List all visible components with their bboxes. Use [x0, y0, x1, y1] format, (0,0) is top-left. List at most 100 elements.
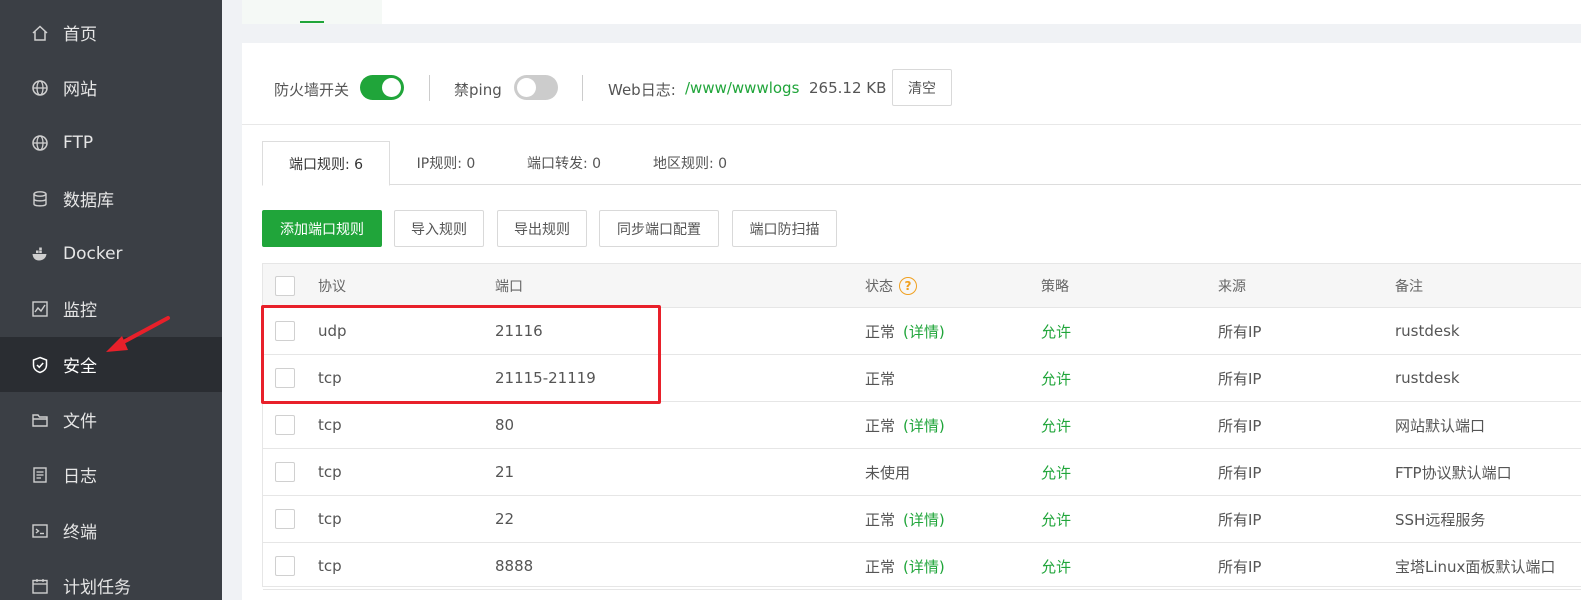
divider [582, 75, 583, 101]
sidebar-item-cron[interactable]: 计划任务 [0, 558, 222, 600]
status-text: 未使用 [865, 463, 911, 482]
cell-remark: rustdesk [1395, 369, 1460, 387]
cell-remark: 宝塔Linux面板默认端口 [1395, 557, 1556, 576]
cell-remark: SSH远程服务 [1395, 510, 1486, 529]
sidebar-item-docker[interactable]: Docker [0, 226, 222, 281]
sidebar-item-logs[interactable]: 日志 [0, 447, 222, 502]
cell-protocol: tcp [318, 416, 342, 434]
sidebar-item-label: FTP [63, 132, 94, 153]
globe-icon [31, 79, 49, 97]
database-icon [31, 190, 49, 208]
header-protocol[interactable]: 协议 [318, 264, 346, 307]
export-rules-button[interactable]: 导出规则 [497, 210, 587, 247]
table-row: tcp 80 正常 (详情) 允许 所有IP 网站默认端口 [263, 402, 1581, 449]
sidebar-item-website[interactable]: 网站 [0, 60, 222, 115]
sidebar-item-label: 终端 [63, 523, 97, 543]
sidebar-item-database[interactable]: 数据库 [0, 171, 222, 226]
cell-policy: 允许 [1041, 463, 1072, 482]
weblog-label: Web日志: [608, 81, 676, 99]
cell-port: 21 [495, 463, 515, 481]
cell-status: 正常 (详情) [865, 543, 945, 589]
firewall-label: 防火墙开关 [274, 81, 350, 99]
cell-policy: 允许 [1041, 416, 1072, 435]
table-row: tcp 8888 正常 (详情) 允许 所有IP 宝塔Linux面板默认端口 [263, 543, 1581, 590]
sidebar-item-label: 监控 [63, 301, 97, 321]
cell-protocol: tcp [318, 463, 342, 481]
docker-icon [31, 245, 49, 263]
sidebar-item-label: 首页 [63, 25, 97, 45]
cell-status: 正常 (详情) [865, 496, 945, 542]
ping-toggle[interactable] [514, 75, 558, 100]
tab-ip-rules[interactable]: IP规则: 0 [390, 141, 502, 185]
cell-protocol: tcp [318, 510, 342, 528]
row-checkbox[interactable] [275, 462, 295, 482]
cell-remark: rustdesk [1395, 322, 1460, 340]
rule-tabs: 端口规则: 6 IP规则: 0 端口转发: 0 地区规则: 0 [262, 141, 1581, 186]
sidebar-item-label: 数据库 [63, 191, 114, 211]
detail-link[interactable]: (详情) [903, 321, 945, 342]
status-text: 正常 [865, 322, 896, 341]
sidebar-item-label: 网站 [63, 80, 97, 100]
terminal-icon [31, 522, 49, 540]
detail-link[interactable]: (详情) [903, 415, 945, 436]
cell-status: 未使用 [865, 449, 910, 495]
import-rules-button[interactable]: 导入规则 [394, 210, 484, 247]
row-checkbox[interactable] [275, 415, 295, 435]
header-source[interactable]: 来源 [1218, 264, 1246, 307]
add-port-rule-button[interactable]: 添加端口规则 [262, 210, 382, 247]
cell-policy: 允许 [1041, 322, 1072, 341]
firewall-toggle[interactable] [360, 75, 404, 100]
annotation-arrow-icon [106, 316, 170, 352]
log-icon [31, 466, 49, 484]
tab-port-forward[interactable]: 端口转发: 0 [502, 141, 626, 185]
row-checkbox[interactable] [275, 509, 295, 529]
cell-source: 所有IP [1218, 510, 1262, 529]
cell-policy: 允许 [1041, 369, 1072, 388]
weblog-size: 265.12 KB [809, 79, 887, 97]
header-remark[interactable]: 备注 [1395, 264, 1423, 307]
folder-icon [31, 411, 49, 429]
select-all-checkbox[interactable] [275, 275, 295, 296]
highlight-box [261, 305, 661, 404]
detail-link[interactable]: (详情) [903, 556, 945, 577]
clear-log-button[interactable]: 清空 [892, 69, 952, 106]
sync-port-config-button[interactable]: 同步端口配置 [599, 210, 719, 247]
cell-remark: FTP协议默认端口 [1395, 463, 1512, 482]
help-icon[interactable]: ? [899, 276, 917, 295]
sidebar-item-files[interactable]: 文件 [0, 392, 222, 447]
sidebar-item-ftp[interactable]: FTP [0, 115, 222, 170]
cell-policy: 允许 [1041, 557, 1072, 576]
cell-source: 所有IP [1218, 463, 1262, 482]
tab-port-rules[interactable]: 端口规则: 6 [262, 141, 390, 186]
cell-source: 所有IP [1218, 416, 1262, 435]
header-status-label: 状态 [865, 278, 893, 295]
sidebar-item-home[interactable]: 首页 [0, 5, 222, 60]
detail-link[interactable]: (详情) [903, 509, 945, 530]
sidebar-item-terminal[interactable]: 终端 [0, 503, 222, 558]
port-anti-scan-button[interactable]: 端口防扫描 [732, 210, 837, 247]
cell-status: 正常 [865, 355, 895, 401]
header-port[interactable]: 端口 [495, 264, 523, 307]
header-policy[interactable]: 策略 [1041, 264, 1069, 307]
sidebar-item-label: 计划任务 [63, 578, 131, 598]
cell-remark: 网站默认端口 [1395, 416, 1486, 435]
status-text: 正常 [865, 369, 896, 388]
cell-status: 正常 (详情) [865, 308, 945, 354]
sidebar: 首页 网站 FTP 数据库 Docker 监控 安全 文件 日志 终端 计划任务 [0, 0, 222, 600]
status-text: 正常 [865, 510, 896, 529]
row-checkbox[interactable] [275, 556, 295, 576]
cell-status: 正常 (详情) [865, 402, 945, 448]
cell-source: 所有IP [1218, 322, 1262, 341]
monitor-icon [31, 300, 49, 318]
ping-label: 禁ping [454, 81, 502, 99]
shield-icon [31, 356, 49, 374]
cell-port: 80 [495, 416, 515, 434]
header-status: 状态 ? [865, 264, 917, 307]
weblog-path-link[interactable]: /www/wwwlogs [685, 79, 799, 97]
table-row: tcp 22 正常 (详情) 允许 所有IP SSH远程服务 [263, 496, 1581, 543]
cell-source: 所有IP [1218, 369, 1262, 388]
cell-protocol: tcp [318, 557, 342, 575]
cell-port: 22 [495, 510, 515, 528]
table-header: 协议 端口 状态 ? 策略 来源 备注 [263, 264, 1581, 308]
tab-region-rules[interactable]: 地区规则: 0 [626, 141, 754, 185]
